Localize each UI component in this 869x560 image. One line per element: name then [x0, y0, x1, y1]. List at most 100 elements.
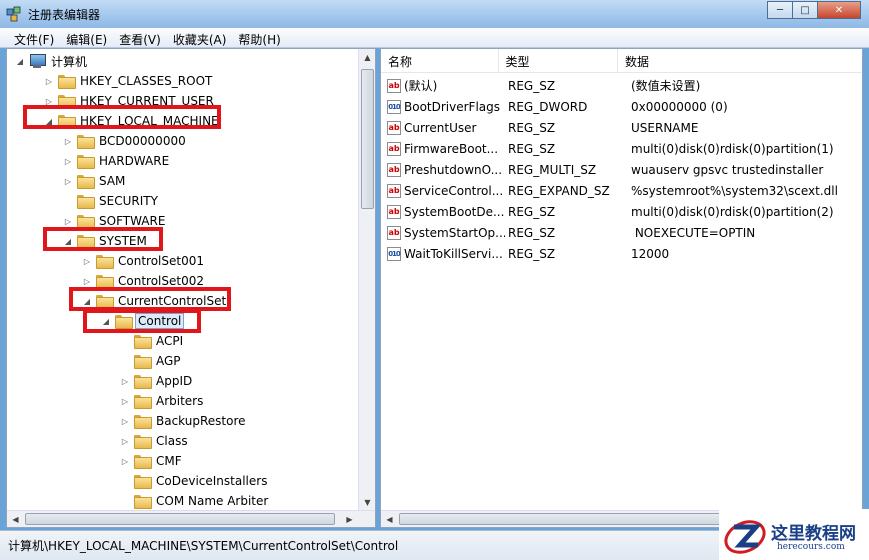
tree-node[interactable]: ▷ CMF [120, 451, 184, 471]
value-name: PreshutdownO... [404, 162, 503, 177]
tree-node[interactable]: ▷ BCD00000000 [63, 131, 188, 151]
expand-icon[interactable]: ▷ [120, 436, 130, 446]
list-item[interactable]: ab CurrentUser REG_SZ USERNAME [381, 117, 861, 138]
value-data: multi(0)disk(0)rdisk(0)partition(1) [631, 141, 834, 156]
folder-icon [77, 195, 95, 209]
menu-bar: 文件(F) 编辑(E) 查看(V) 收藏夹(A) 帮助(H) [0, 28, 869, 48]
value-name: ServiceControl... [404, 183, 504, 198]
tree-node[interactable]: SECURITY [63, 191, 160, 211]
expand-icon[interactable]: ▷ [63, 156, 73, 166]
status-bar: 计算机\HKEY_LOCAL_MACHINE\SYSTEM\CurrentCon… [0, 509, 869, 560]
tree-node[interactable]: COM Name Arbiter [120, 491, 270, 511]
tree-vertical-scrollbar[interactable]: ▲ ▼ [358, 49, 375, 511]
folder-icon [58, 75, 76, 89]
expand-icon[interactable]: ▷ [120, 376, 130, 386]
tree-node-label: CoDeviceInstallers [156, 474, 268, 488]
value-type: REG_SZ [508, 204, 556, 219]
string-value-icon: ab [387, 78, 401, 93]
tree-node[interactable]: ▷ BackupRestore [120, 411, 248, 431]
expand-icon [120, 356, 130, 366]
expand-icon [63, 196, 73, 206]
tree-node-label: ControlSet002 [118, 274, 204, 288]
tree-node[interactable]: ▷ ControlSet001 [82, 251, 206, 271]
folder-icon [134, 355, 152, 369]
tree-node[interactable]: ▷ AppID [120, 371, 194, 391]
tree-node[interactable]: AGP [120, 351, 183, 371]
tree-node-label: ControlSet001 [118, 254, 204, 268]
collapse-icon[interactable]: ◢ [15, 56, 25, 66]
highlight-box-hklm [23, 105, 221, 129]
list-item[interactable]: ab SystemBootDe... REG_SZ multi(0)disk(0)rd… [381, 201, 861, 222]
value-data: wuauserv gpsvc trustedinstaller [631, 162, 824, 177]
value-name: (默认) [404, 79, 438, 93]
expand-icon[interactable]: ▷ [44, 76, 54, 86]
folder-icon [134, 415, 152, 429]
tree-root[interactable]: ◢ 计算机 [15, 51, 89, 71]
tree-node-label: CMF [156, 454, 182, 468]
tree-node-label: AGP [156, 354, 181, 368]
menu-favorites[interactable]: 收藏夹(A) [167, 28, 233, 47]
list-item[interactable]: ab PreshutdownO... REG_MULTI_SZ wuauserv gp… [381, 159, 861, 180]
value-type: REG_SZ [508, 120, 556, 135]
scroll-left-arrow-icon[interactable]: ◀ [382, 512, 397, 527]
folder-icon [96, 275, 114, 289]
list-item[interactable]: 010 WaitToKillServi... REG_SZ 12000 [381, 243, 861, 264]
tree-node[interactable]: ▷ HARDWARE [63, 151, 171, 171]
list-item[interactable]: ab (默认) REG_SZ (数值未设置) [381, 75, 861, 96]
tree-node-label: SECURITY [99, 194, 158, 208]
scroll-down-arrow-icon[interactable]: ▼ [360, 495, 375, 510]
tree-node[interactable]: ▷ SAM [63, 171, 127, 191]
tree-horizontal-scrollbar[interactable]: ◀ ▶ [7, 510, 375, 527]
tree-node-label: AppID [156, 374, 193, 388]
value-data: NOEXECUTE=OPTIN [631, 225, 756, 240]
maximize-button[interactable]: □ [792, 1, 818, 19]
tree-node[interactable]: ▷ HKEY_CLASSES_ROOT [44, 71, 214, 91]
close-button[interactable]: ✕ [817, 1, 861, 19]
tree-node-label: COM Name Arbiter [156, 494, 269, 508]
regedit-icon [6, 6, 21, 22]
scroll-left-arrow-icon[interactable]: ◀ [8, 512, 23, 527]
menu-view[interactable]: 查看(V) [113, 28, 167, 47]
expand-icon[interactable]: ▷ [63, 136, 73, 146]
folder-icon [96, 255, 114, 269]
expand-icon[interactable]: ▷ [120, 456, 130, 466]
list-item[interactable]: ab FirmwareBoot... REG_SZ multi(0)disk(0)rd… [381, 138, 861, 159]
list-item[interactable]: ab ServiceControl... REG_EXPAND_SZ %systemr… [381, 180, 861, 201]
tree-hscroll-thumb[interactable] [25, 513, 335, 525]
tree-root-label: 计算机 [51, 54, 88, 69]
tree-node[interactable]: ACPI [120, 331, 185, 351]
tree-node[interactable]: ▷ Class [120, 431, 190, 451]
list-item[interactable]: ab SystemStartOp... REG_SZ NOEXECUTE=OPTIN [381, 222, 861, 243]
string-value-icon: ab [387, 225, 401, 240]
string-value-icon: ab [387, 204, 401, 219]
scroll-up-arrow-icon[interactable]: ▲ [360, 50, 375, 65]
expand-icon[interactable]: ▷ [82, 276, 92, 286]
expand-icon[interactable]: ▷ [63, 176, 73, 186]
tree-node[interactable]: ▷ Arbiters [120, 391, 205, 411]
column-header-data[interactable]: 数据 [618, 49, 862, 73]
value-type: REG_EXPAND_SZ [508, 183, 610, 198]
expand-icon[interactable]: ▷ [120, 396, 130, 406]
menu-help[interactable]: 帮助(H) [232, 28, 286, 47]
registry-tree-pane[interactable]: ◢ 计算机 ▷ HKEY_CLASSES_ROOT ▷ HKEY_CURRENT_US… [6, 48, 376, 528]
folder-icon [134, 475, 152, 489]
expand-icon[interactable]: ▷ [120, 416, 130, 426]
column-header-type[interactable]: 类型 [499, 49, 619, 73]
expand-icon[interactable]: ▷ [82, 256, 92, 266]
menu-file[interactable]: 文件(F) [8, 28, 60, 47]
expand-icon [120, 496, 130, 506]
watermark-logo-icon [724, 520, 766, 554]
tree-node[interactable]: CoDeviceInstallers [120, 471, 269, 491]
list-item[interactable]: 010 BootDriverFlags REG_DWORD 0x00000000 (0… [381, 96, 861, 117]
menu-edit[interactable]: 编辑(E) [60, 28, 113, 47]
title-bar: 注册表编辑器 ─ □ ✕ [0, 0, 869, 28]
column-header-name[interactable]: 名称 [381, 49, 499, 73]
minimize-button[interactable]: ─ [767, 1, 793, 19]
value-name: WaitToKillServi... [404, 246, 503, 261]
values-list-pane[interactable]: 名称 类型 数据 ab (默认) REG_SZ (数值未设置) 010 BootDrive… [380, 48, 863, 528]
expand-icon[interactable]: ▷ [63, 216, 73, 226]
scroll-right-arrow-icon[interactable]: ▶ [342, 512, 357, 527]
tree-scroll-thumb[interactable] [361, 69, 374, 209]
tree-node-label: BackupRestore [156, 414, 246, 428]
folder-icon [134, 395, 152, 409]
